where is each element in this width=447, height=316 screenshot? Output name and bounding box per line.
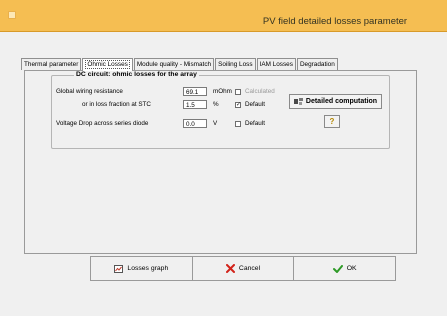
tab-module-quality-mismatch[interactable]: Module quality - Mismatch [133,58,215,70]
title-bar: PV field detailed losses parameter [0,0,447,32]
loss-fraction-unit: % [213,101,219,108]
voltage-drop-default-checkbox[interactable] [235,121,241,127]
losses-graph-button[interactable]: Losses graph [91,257,193,280]
tab-label: IAM Losses [259,61,293,68]
ohmic-losses-panel: DC circuit: ohmic losses for the array G… [24,70,417,254]
loss-fraction-input[interactable]: 1.5 [183,100,207,109]
ok-label: OK [346,265,357,272]
cancel-label: Cancel [238,265,261,272]
calculated-label: Calculated [245,88,275,95]
group-title: DC circuit: ohmic losses for the array [74,71,199,78]
tab-label: Degradation [299,61,335,68]
close-icon [225,264,235,273]
wiring-resistance-unit: mOhm [213,88,232,95]
graph-icon [114,264,124,273]
tab-label: Ohmic Losses [85,60,130,69]
detailed-computation-label: Detailed computation [305,98,378,105]
cancel-button[interactable]: Cancel [193,257,295,280]
tab-thermal-parameter[interactable]: Thermal parameter [21,58,82,70]
losses-graph-label: Losses graph [127,265,169,272]
voltage-drop-default-label: Default [245,120,265,127]
tab-degradation[interactable]: Degradation [296,58,338,70]
loss-fraction-label: or in loss fraction at STC [82,101,151,108]
tab-ohmic-losses[interactable]: Ohmic Losses [82,58,133,71]
window-title: PV field detailed losses parameter [262,16,408,27]
tab-label: Soiling Loss [218,61,253,68]
voltage-drop-label: Voltage Drop across series diode [56,120,149,127]
wiring-resistance-input[interactable]: 69.1 [183,87,207,96]
tab-label: Module quality - Mismatch [136,61,212,68]
calculated-checkbox[interactable] [235,89,241,95]
footer-buttons: Losses graph Cancel OK [90,256,396,281]
loss-fraction-default-checkbox[interactable]: ✓ [235,102,241,108]
help-button[interactable]: ? [324,115,340,128]
detailed-computation-button[interactable]: Detailed computation [289,94,382,109]
checkmark-icon [332,264,343,273]
loss-fraction-default-label: Default [245,101,265,108]
app-icon [8,11,16,19]
tab-label: Thermal parameter [24,61,79,68]
tools-icon [293,98,303,105]
ok-button[interactable]: OK [294,257,395,280]
voltage-drop-unit: V [213,120,218,127]
voltage-drop-input[interactable]: 0.0 [183,119,207,128]
dc-circuit-group: DC circuit: ohmic losses for the array G… [51,71,390,149]
tab-soiling-loss[interactable]: Soiling Loss [215,58,256,70]
wiring-resistance-label: Global wiring resistance [56,88,123,95]
tab-iam-losses[interactable]: IAM Losses [256,58,296,70]
tab-strip: Thermal parameter Ohmic Losses Module qu… [21,58,339,71]
